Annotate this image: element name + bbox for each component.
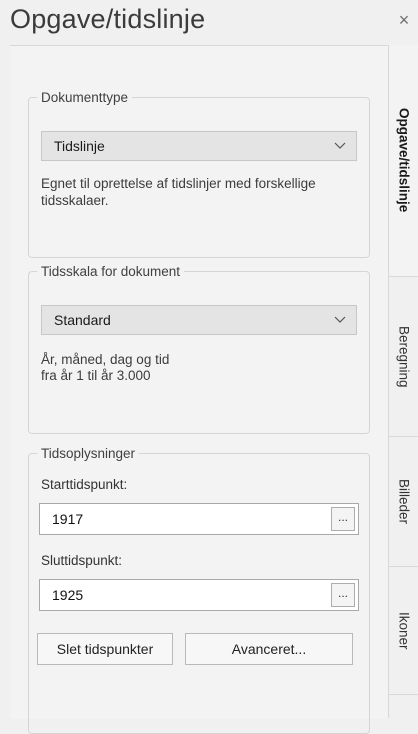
tab-label-wrapper: Billeder [394,437,414,566]
time-info-legend: Tidsoplysninger [41,446,136,461]
end-time-browse-button[interactable]: ... [331,583,355,607]
chevron-down-icon [334,316,346,323]
time-scale-select[interactable]: Standard [41,305,357,335]
side-tab-strip: Opgave/tidslinje Beregning Billeder Ikon… [388,45,418,718]
pane-title: Opgave/tidslinje [10,4,206,34]
time-scale-group: Tidsskala for dokument Standard År, måne… [28,264,370,434]
end-time-label: Sluttidspunkt: [41,553,123,568]
advanced-button[interactable]: Avanceret... [185,633,353,665]
close-icon[interactable]: × [393,9,415,31]
tab-opgave-tidslinje[interactable]: Opgave/tidslinje [389,45,418,277]
end-time-field: ... [39,579,359,611]
start-time-browse-button[interactable]: ... [331,507,355,531]
time-scale-legend: Tidsskala for dokument [41,264,181,279]
tab-label: Billeder [396,478,412,525]
tab-label-wrapper: Ikoner [394,567,414,694]
document-type-select[interactable]: Tidslinje [41,131,357,161]
tab-ikoner[interactable]: Ikoner [389,567,418,695]
time-scale-value: Standard [54,312,111,328]
pane-content: Dokumenttype Tidslinje Egnet til oprette… [10,45,388,734]
tab-label: Opgave/tidslinje [396,108,412,213]
time-info-group: Tidsoplysninger Starttidspunkt: ... Slut… [28,446,370,734]
document-type-description: Egnet til oprettelse af tidslinjer med f… [41,176,316,208]
clear-times-button[interactable]: Slet tidspunkter [37,633,173,665]
end-time-input[interactable] [40,580,310,610]
tab-beregning[interactable]: Beregning [389,277,418,437]
document-type-legend: Dokumenttype [41,90,129,105]
tab-label: Ikoner [396,611,412,650]
time-scale-description-line2: fra år 1 til år 3.000 [41,368,151,383]
tab-label-wrapper: Beregning [394,277,414,436]
document-type-value: Tidslinje [54,138,105,154]
pane-header: Opgave/tidslinje × [0,0,418,44]
tab-label-wrapper: Opgave/tidslinje [394,45,414,276]
start-time-label: Starttidspunkt: [41,477,128,492]
tab-billeder[interactable]: Billeder [389,437,418,567]
start-time-input[interactable] [40,504,310,534]
document-type-group: Dokumenttype Tidslinje Egnet til oprette… [28,90,370,258]
time-scale-description-line1: År, måned, dag og tid [41,352,170,367]
start-time-field: ... [39,503,359,535]
chevron-down-icon [334,142,346,149]
tab-label: Beregning [396,325,412,388]
